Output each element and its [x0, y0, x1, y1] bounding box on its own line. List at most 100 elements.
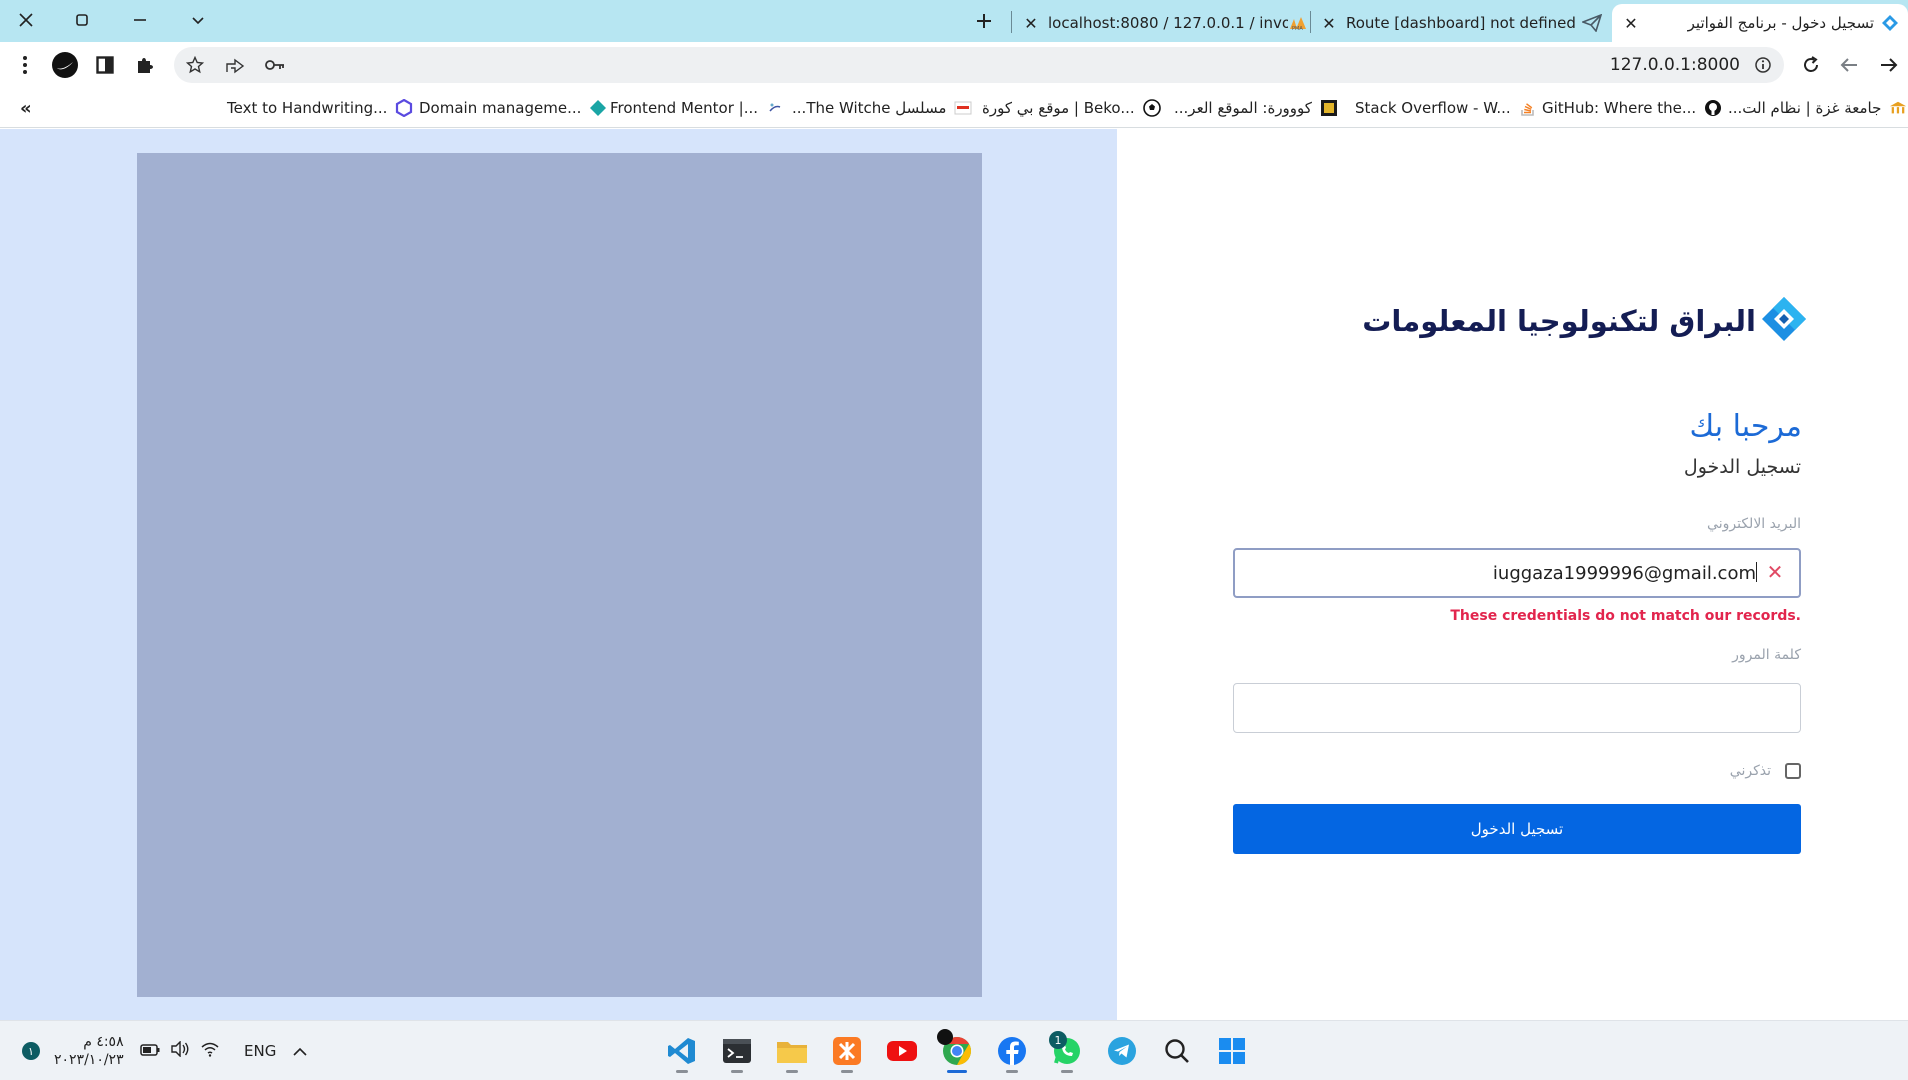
minimize-icon [134, 19, 146, 21]
taskbar-youtube[interactable] [880, 1029, 924, 1073]
diamond-logo-icon [1880, 13, 1900, 33]
volume-icon [170, 1040, 190, 1061]
taskbar-file-explorer[interactable] [770, 1029, 814, 1073]
bookmark-bekora[interactable]: موقع بي كورة | Beko... [982, 94, 1161, 122]
remember-me[interactable]: تذكرني [1730, 763, 1801, 779]
tab-close-icon[interactable]: ✕ [1620, 14, 1642, 33]
taskbar-telegram[interactable] [1100, 1029, 1144, 1073]
login-button[interactable]: تسجيل الدخول [1233, 804, 1801, 854]
tab-search-button[interactable] [182, 6, 214, 34]
bookmarks-overflow-button[interactable]: « [20, 94, 32, 122]
window-restore-button[interactable] [66, 6, 98, 34]
share-button[interactable] [220, 50, 250, 80]
close-icon [19, 13, 33, 27]
menu-button[interactable] [10, 50, 40, 80]
vscode-icon [668, 1038, 695, 1064]
running-indicator [676, 1070, 688, 1073]
taskbar-chrome[interactable] [935, 1029, 979, 1073]
show-hidden-icons-button[interactable] [292, 1021, 308, 1080]
bookmark-star-button[interactable] [180, 50, 210, 80]
extensions-button[interactable] [130, 50, 160, 80]
taskbar-xampp[interactable] [825, 1029, 869, 1073]
tab-close-icon[interactable]: ✕ [1020, 14, 1042, 33]
folder-icon [777, 1042, 807, 1063]
taskbar-search[interactable] [1155, 1029, 1199, 1073]
taskbar-whatsapp[interactable]: 1 [1045, 1029, 1089, 1073]
text-caret [1756, 562, 1757, 582]
side-panel-button[interactable] [90, 50, 120, 80]
password-label: كلمة المرور [1732, 647, 1801, 663]
address-bar[interactable]: 127.0.0.1:8000 [174, 47, 1784, 83]
remember-checkbox[interactable] [1785, 763, 1801, 779]
bookmark-the-witcher[interactable]: مسلسل The Witche... [792, 94, 972, 122]
brand-logo-icon [1760, 295, 1808, 347]
bookmark-domain-management[interactable]: Domain manageme... [419, 94, 607, 122]
notification-center[interactable]: ١ [22, 1021, 40, 1080]
tab-login[interactable]: ✕ تسجيل دخول - برنامج الفواتير [1612, 4, 1908, 42]
frontend-mentor-icon [766, 99, 784, 117]
battery-icon [140, 1042, 160, 1060]
clock-time: ٤:٥٨ م [83, 1034, 124, 1050]
window-close-button[interactable] [10, 6, 42, 34]
email-field[interactable]: iuggaza1999996@gmail.com ✕ [1233, 548, 1801, 598]
tab-route-error[interactable]: ✕ Route [dashboard] not defined [1318, 4, 1608, 42]
taskbar-terminal[interactable] [715, 1029, 759, 1073]
tab-close-icon[interactable]: ✕ [1318, 14, 1340, 33]
taskbar-vscode[interactable] [660, 1029, 704, 1073]
whatsapp-unread-badge: 1 [1049, 1031, 1067, 1049]
brand-name: البراق لتكنولوجيا المعلومات [1362, 304, 1756, 338]
bookmark-university[interactable]: جامعة غزة | نظام الت... [1728, 94, 1907, 122]
bookmark-label: GitHub: Where the... [1542, 99, 1697, 117]
chevron-down-icon [192, 17, 204, 25]
facebook-icon [998, 1037, 1026, 1065]
side-panel-icon [96, 56, 114, 74]
system-tray[interactable] [140, 1021, 220, 1080]
bookmarks-bar: « Text to Handwriting... Domain manageme… [0, 88, 1908, 128]
windows-start-icon [1219, 1038, 1245, 1064]
taskbar-start[interactable] [1210, 1029, 1254, 1073]
diamond-icon [589, 99, 607, 117]
active-indicator [947, 1070, 967, 1073]
email-value: iuggaza1999996@gmail.com [1493, 562, 1757, 584]
password-field[interactable] [1233, 683, 1801, 733]
phpmyadmin-icon: PMA [1288, 13, 1308, 33]
stack-overflow-icon [1519, 99, 1537, 117]
tab-separator [1011, 11, 1012, 33]
forward-button[interactable] [1874, 50, 1904, 80]
bookmark-text-to-handwriting[interactable]: Text to Handwriting... [227, 94, 413, 122]
paper-plane-icon [1582, 13, 1602, 33]
bookmark-frontend-mentor[interactable]: Frontend Mentor |... [610, 94, 784, 122]
tab-title: Route [dashboard] not defined [1346, 14, 1576, 32]
profile-button[interactable] [50, 50, 80, 80]
bookmark-kooora[interactable]: كووورة: الموقع العر... [1174, 94, 1338, 122]
reload-button[interactable] [1796, 50, 1826, 80]
info-icon [1755, 57, 1771, 73]
running-indicator [731, 1070, 743, 1073]
soccer-ball-icon [1142, 99, 1161, 117]
bookmark-label: موقع بي كورة | Beko... [982, 99, 1135, 117]
remember-label: تذكرني [1729, 763, 1771, 779]
email-label: البريد الالكتروني [1707, 516, 1801, 532]
nike-avatar-icon [52, 52, 78, 78]
tab-phpmyadmin[interactable]: ✕ localhost:8080 / 127.0.0.1 / invoic PM… [1020, 4, 1310, 42]
browser-toolbar: 127.0.0.1:8000 [0, 42, 1908, 88]
site-info-button[interactable] [1748, 50, 1778, 80]
tab-separator [1310, 11, 1311, 33]
login-illustration-pane [0, 129, 1117, 1020]
password-key-button[interactable] [260, 50, 290, 80]
tab-title: تسجيل دخول - برنامج الفواتير [1687, 14, 1874, 32]
clock[interactable]: ٤:٥٨ م ٢٠٢٣/١٠/٢٣ [54, 1021, 124, 1080]
url-text[interactable]: 127.0.0.1:8000 [1610, 55, 1740, 75]
welcome-heading: مرحبا بك [1689, 409, 1802, 444]
kebab-menu-icon [23, 56, 27, 74]
language-indicator[interactable]: ENG [244, 1021, 276, 1080]
bookmark-label: كووورة: الموقع العر... [1174, 99, 1312, 117]
kooora-icon [1320, 99, 1338, 117]
new-tab-button[interactable] [968, 6, 1000, 36]
window-minimize-button[interactable] [124, 6, 156, 34]
bookmark-label: Text to Handwriting... [227, 99, 388, 117]
taskbar-facebook[interactable] [990, 1029, 1034, 1073]
bookmark-stack-overflow[interactable]: Stack Overflow - W... [1355, 94, 1537, 122]
bookmark-github[interactable]: GitHub: Where the... [1542, 94, 1722, 122]
back-button[interactable] [1834, 50, 1864, 80]
